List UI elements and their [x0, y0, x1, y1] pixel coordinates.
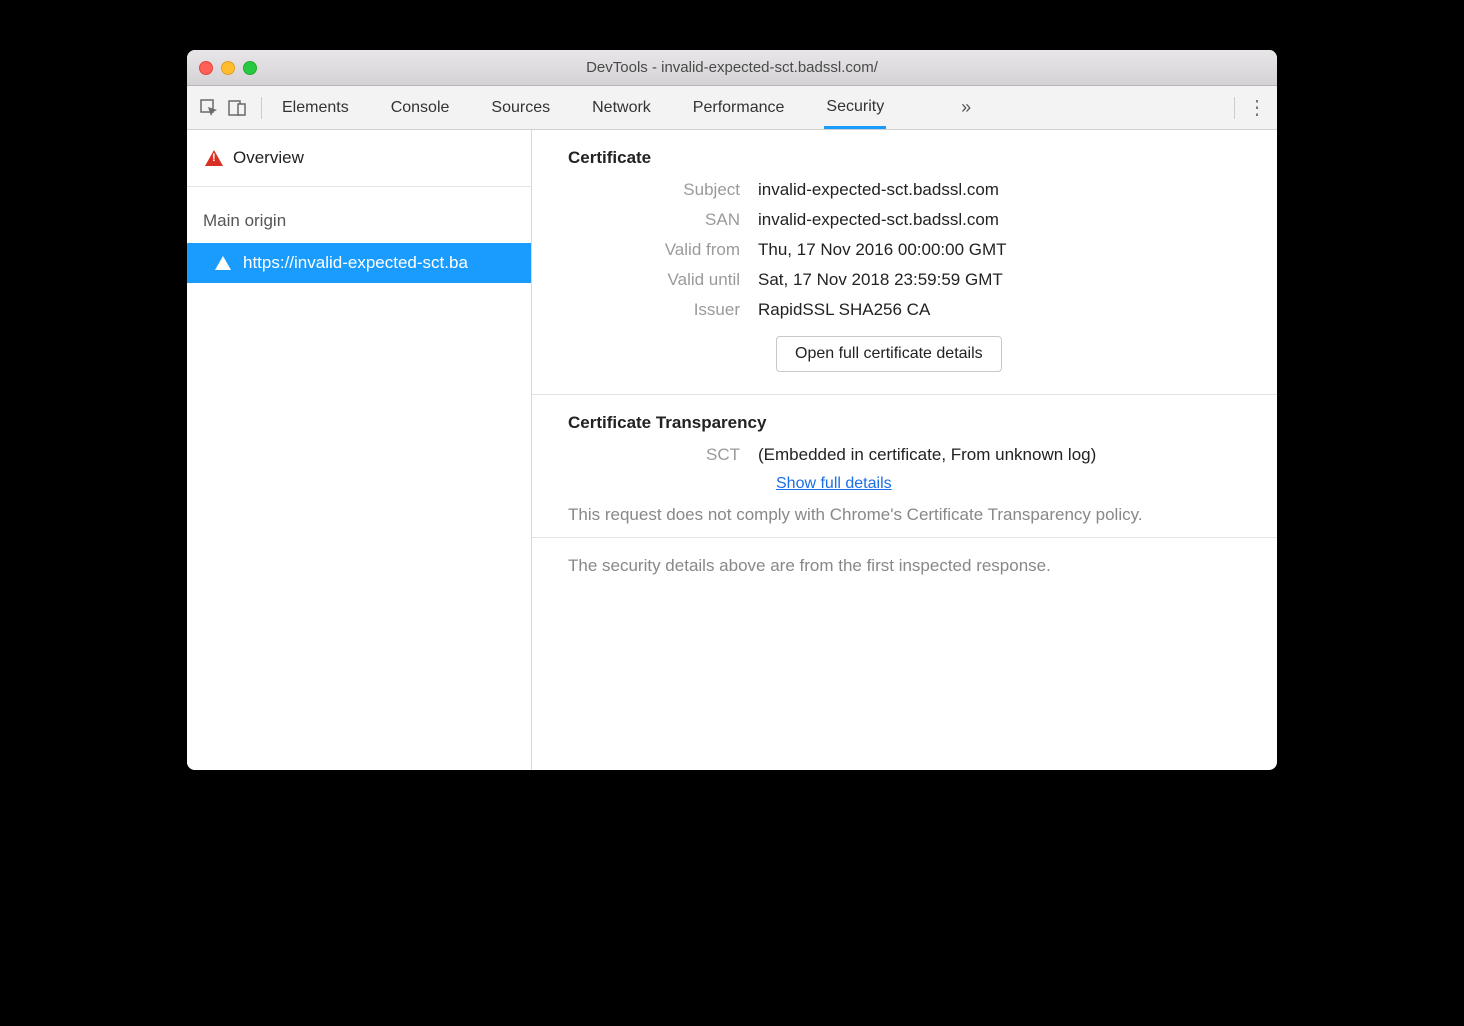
label-valid-from: Valid from	[568, 240, 758, 260]
tabs-overflow-button[interactable]: »	[954, 97, 978, 118]
ct-heading: Certificate Transparency	[568, 413, 1241, 433]
window-title: DevTools - invalid-expected-sct.badssl.c…	[187, 59, 1277, 76]
tab-network[interactable]: Network	[590, 89, 653, 127]
value-issuer: RapidSSL SHA256 CA	[758, 300, 930, 320]
warning-triangle-icon	[215, 256, 231, 270]
tab-performance[interactable]: Performance	[691, 89, 787, 127]
open-certificate-button[interactable]: Open full certificate details	[776, 336, 1002, 372]
separator	[1234, 97, 1235, 119]
tab-elements[interactable]: Elements	[280, 89, 351, 127]
panel-tabs: Elements Console Sources Network Perform…	[280, 88, 978, 127]
row-subject: Subject invalid-expected-sct.badssl.com	[568, 180, 1241, 200]
security-sidebar: Overview Main origin https://invalid-exp…	[187, 130, 532, 770]
devtools-toolbar: Elements Console Sources Network Perform…	[187, 86, 1277, 130]
inspect-element-icon[interactable]	[195, 94, 223, 122]
overview-label: Overview	[233, 148, 304, 168]
label-issuer: Issuer	[568, 300, 758, 320]
value-valid-from: Thu, 17 Nov 2016 00:00:00 GMT	[758, 240, 1007, 260]
tab-security[interactable]: Security	[824, 88, 886, 129]
row-valid-from: Valid from Thu, 17 Nov 2016 00:00:00 GMT	[568, 240, 1241, 260]
row-sct: SCT (Embedded in certificate, From unkno…	[568, 445, 1241, 465]
footer-note: The security details above are from the …	[532, 538, 1277, 600]
devtools-window: DevTools - invalid-expected-sct.badssl.c…	[187, 50, 1277, 770]
main-origin-heading: Main origin	[187, 187, 531, 243]
row-issuer: Issuer RapidSSL SHA256 CA	[568, 300, 1241, 320]
value-valid-until: Sat, 17 Nov 2018 23:59:59 GMT	[758, 270, 1003, 290]
sidebar-overview[interactable]: Overview	[187, 130, 531, 187]
settings-menu-icon[interactable]: ⋮	[1245, 95, 1269, 120]
label-valid-until: Valid until	[568, 270, 758, 290]
sidebar-origin-item[interactable]: https://invalid-expected-sct.ba	[187, 243, 531, 283]
warning-triangle-icon	[205, 150, 223, 166]
device-toggle-icon[interactable]	[223, 94, 251, 122]
origin-url: https://invalid-expected-sct.ba	[243, 253, 468, 273]
separator	[261, 97, 262, 119]
label-subject: Subject	[568, 180, 758, 200]
row-san: SAN invalid-expected-sct.badssl.com	[568, 210, 1241, 230]
value-sct: (Embedded in certificate, From unknown l…	[758, 445, 1096, 465]
row-valid-until: Valid until Sat, 17 Nov 2018 23:59:59 GM…	[568, 270, 1241, 290]
panel-body: Overview Main origin https://invalid-exp…	[187, 130, 1277, 770]
tab-sources[interactable]: Sources	[489, 89, 552, 127]
value-san: invalid-expected-sct.badssl.com	[758, 210, 999, 230]
tab-console[interactable]: Console	[389, 89, 452, 127]
certificate-section: Certificate Subject invalid-expected-sct…	[532, 130, 1277, 395]
value-subject: invalid-expected-sct.badssl.com	[758, 180, 999, 200]
ct-section: Certificate Transparency SCT (Embedded i…	[532, 395, 1277, 538]
label-san: SAN	[568, 210, 758, 230]
ct-compliance-note: This request does not comply with Chrome…	[568, 503, 1241, 527]
show-full-details-link[interactable]: Show full details	[776, 475, 892, 492]
titlebar: DevTools - invalid-expected-sct.badssl.c…	[187, 50, 1277, 86]
label-sct: SCT	[568, 445, 758, 465]
security-details: Certificate Subject invalid-expected-sct…	[532, 130, 1277, 770]
certificate-heading: Certificate	[568, 148, 1241, 168]
